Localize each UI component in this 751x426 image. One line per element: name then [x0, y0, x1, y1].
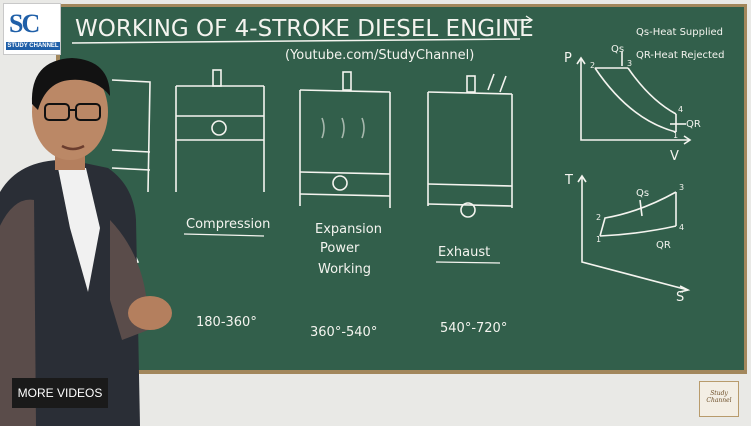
pv-point-4: 4: [678, 105, 683, 114]
ts-point-1: 1: [596, 235, 601, 244]
ts-y-axis: T: [564, 173, 573, 188]
video-frame[interactable]: WORKING OF 4-STROKE DIESEL ENGINE (Youtu…: [0, 0, 751, 426]
legend-heat-rejected: QR-Heat Rejected: [636, 50, 724, 61]
watermark-text: Study Channel: [706, 390, 732, 404]
stroke-label-power: Power: [320, 241, 360, 256]
ts-point-2: 2: [596, 213, 601, 222]
pv-y-axis: P: [564, 51, 572, 66]
logo-tagline: STUDY CHANNEL: [6, 42, 60, 50]
angle-exhaust: 540°-720°: [440, 321, 507, 336]
channel-watermark[interactable]: Study Channel: [699, 381, 739, 417]
logo-letters: SC: [9, 9, 40, 38]
stroke-label-working: Working: [318, 262, 371, 277]
board-subtitle: (Youtube.com/StudyChannel): [285, 48, 474, 63]
chalkboard-scene: WORKING OF 4-STROKE DIESEL ENGINE (Youtu…: [0, 0, 751, 426]
ts-heat-out: QR: [656, 240, 671, 251]
board-title: WORKING OF 4-STROKE DIESEL ENGINE: [75, 16, 534, 42]
ts-point-3: 3: [679, 183, 684, 192]
ts-x-axis: S: [676, 290, 684, 305]
more-videos-button[interactable]: MORE VIDEOS: [12, 378, 108, 408]
pv-point-3: 3: [627, 59, 632, 68]
legend-heat-supplied: Qs-Heat Supplied: [636, 27, 723, 38]
pv-heat-out: QR: [686, 119, 701, 130]
presenter-hands: [128, 296, 172, 330]
pv-heat-in: Qs: [611, 44, 624, 55]
angle-expansion: 360°-540°: [310, 325, 377, 340]
channel-logo[interactable]: SC STUDY CHANNEL: [3, 3, 61, 55]
ts-point-4: 4: [679, 223, 684, 232]
pv-point-2: 2: [590, 61, 595, 70]
angle-compression: 180-360°: [196, 315, 257, 330]
stroke-label-expansion: Expansion: [315, 222, 382, 237]
stroke-label-exhaust: Exhaust: [438, 245, 490, 260]
stroke-label-compression: Compression: [186, 217, 270, 232]
pv-x-axis: V: [670, 149, 679, 164]
pv-point-1: 1: [673, 131, 678, 140]
ts-heat-in: Qs: [636, 188, 649, 199]
